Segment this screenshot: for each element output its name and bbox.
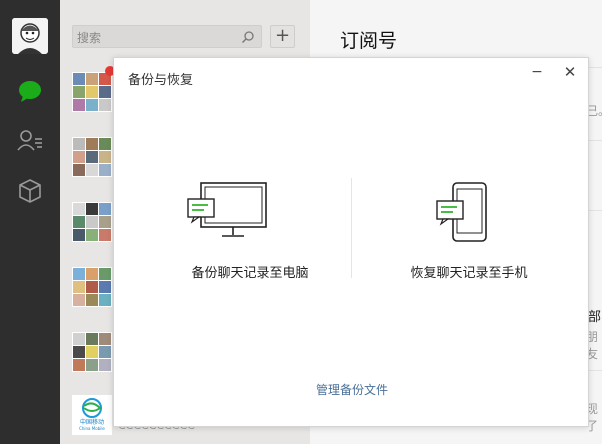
backup-restore-dialog: 备份与恢复 − ✕ 备份聊天记录至电脑 恢复聊天记录至手机 管理备份文件 xyxy=(113,57,589,427)
option-divider xyxy=(351,178,352,278)
avatar[interactable] xyxy=(12,18,48,54)
search-placeholder: 搜索 xyxy=(77,31,102,45)
monitor-icon xyxy=(186,181,268,243)
restore-to-phone-option[interactable]: 恢复聊天记录至手机 xyxy=(369,173,569,293)
group-avatar xyxy=(72,332,112,372)
logo-subtext: China Mobile xyxy=(79,426,105,431)
group-avatar xyxy=(72,267,112,307)
text-fragment: 部 xyxy=(588,310,602,325)
group-avatar xyxy=(72,72,112,112)
chat-bubble-icon[interactable] xyxy=(15,77,45,107)
backup-to-pc-option[interactable]: 备份聊天记录至电脑 xyxy=(150,173,350,293)
group-avatar xyxy=(72,137,112,177)
manage-backup-files-link[interactable]: 管理备份文件 xyxy=(114,381,590,398)
group-avatar xyxy=(72,202,112,242)
china-mobile-logo: 中国移动 China Mobile xyxy=(72,395,112,435)
backup-label: 备份聊天记录至电脑 xyxy=(191,266,309,281)
search-icon xyxy=(241,29,255,43)
dialog-title: 备份与恢复 xyxy=(128,73,194,88)
phone-icon xyxy=(435,181,489,247)
restore-label: 恢复聊天记录至手机 xyxy=(410,266,528,281)
minimize-button[interactable]: − xyxy=(528,64,546,82)
search-input[interactable]: 搜索 xyxy=(72,25,262,48)
close-button[interactable]: ✕ xyxy=(561,64,579,82)
contacts-icon[interactable] xyxy=(15,126,45,156)
logo-text: 中国移动 xyxy=(79,419,104,426)
left-nav xyxy=(0,0,60,444)
page-title: 订阅号 xyxy=(340,30,398,52)
add-button[interactable]: + xyxy=(270,25,295,48)
cube-icon[interactable] xyxy=(15,176,45,206)
